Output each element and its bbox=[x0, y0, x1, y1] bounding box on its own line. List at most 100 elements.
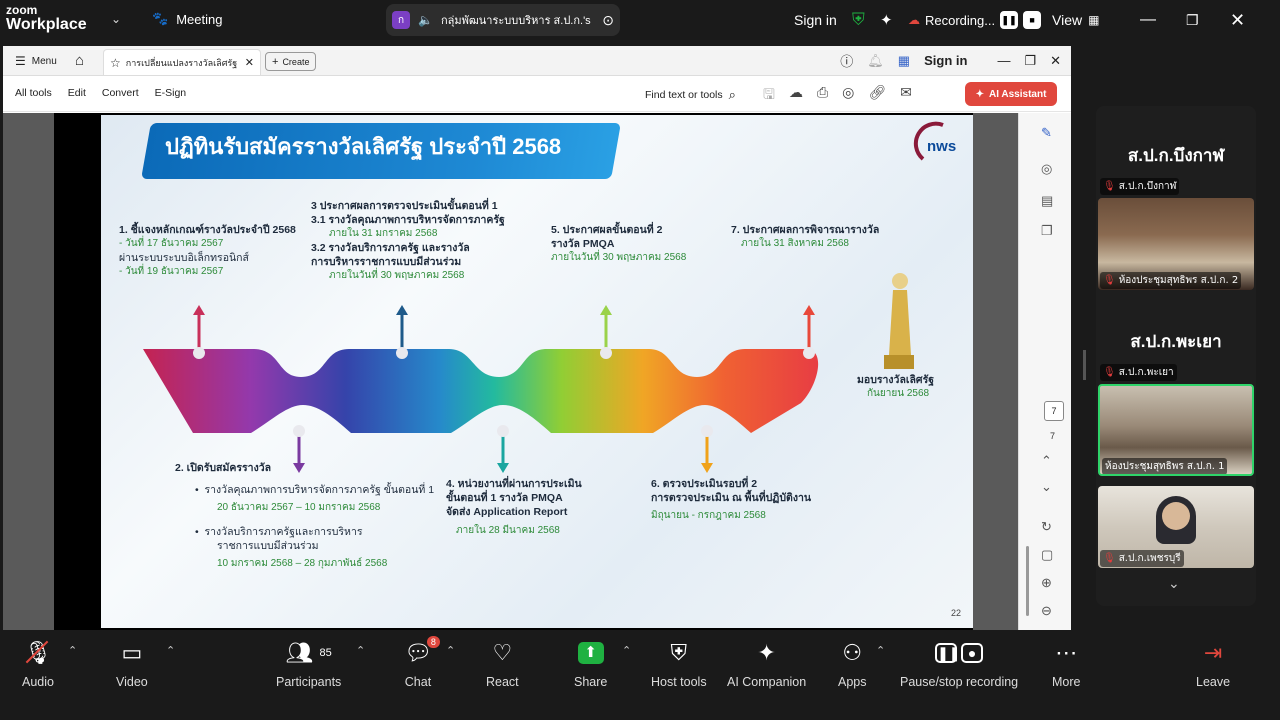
pause-recording-icon[interactable]: ❚❚ bbox=[1000, 11, 1019, 29]
convert-menu[interactable]: Convert bbox=[102, 87, 139, 99]
step-5: 5. ประกาศผลขั้นตอนที่ 2 รางวัล PMQA ภายใ… bbox=[551, 224, 687, 264]
zoom-out-icon[interactable]: ⊖ bbox=[1041, 603, 1052, 619]
pause-stop-label: Pause/stop recording bbox=[900, 675, 1019, 689]
zoom-workplace-logo[interactable]: zoom Workplace bbox=[6, 4, 87, 33]
total-pages: 7 bbox=[1050, 431, 1056, 441]
brand-zoom: zoom bbox=[6, 3, 38, 17]
video-gallery: ส.ป.ก.บึงกาฬ 🎙︎ ส.ป.ก.บึงกาฬ 🎙︎ ห้องประช… bbox=[1096, 106, 1256, 606]
page-down-icon[interactable]: ⌄ bbox=[1041, 479, 1052, 495]
chat-options-caret[interactable]: ⌃ bbox=[446, 644, 455, 657]
bookmark-icon[interactable]: ▤ bbox=[1041, 193, 1053, 209]
stop-recording-icon[interactable]: ■ bbox=[1023, 11, 1042, 29]
chevron-down-icon[interactable]: ⌄ bbox=[111, 12, 121, 26]
zoom-in-icon[interactable]: ⊕ bbox=[1041, 575, 1052, 591]
participant-4-video-active-speaker[interactable]: ห้องประชุมสุทธิพร ส.ป.ก. 1 bbox=[1098, 384, 1254, 476]
slide-page-number: 22 bbox=[950, 608, 961, 618]
restore-button[interactable]: ❐ bbox=[1186, 0, 1199, 40]
participant-2-video[interactable]: 🎙︎ ห้องประชุมสุทธิพร ส.ป.ก. 2 bbox=[1098, 198, 1254, 290]
apps-button[interactable]: ⚇ Apps bbox=[838, 638, 867, 689]
participants-button[interactable]: 👥︎ 85 Participants bbox=[276, 638, 341, 689]
apps-icon: ⚇ bbox=[842, 640, 863, 665]
document-tab[interactable]: ☆ การเปลี่ยนแปลงรางวัลเลิศรัฐ 2... ✕ bbox=[103, 49, 261, 75]
close-tab-icon[interactable]: ✕ bbox=[245, 56, 254, 69]
link-icon[interactable]: 🔗︎ bbox=[868, 84, 886, 108]
gallery-scroll-down-icon[interactable]: ⌄ bbox=[1168, 576, 1180, 592]
mic-off-icon: 🎙︎ bbox=[1103, 367, 1116, 378]
bell-icon[interactable]: 🔔︎ bbox=[867, 53, 884, 69]
mic-off-icon: 🎙︎ bbox=[1103, 553, 1116, 564]
minimize-button[interactable]: — bbox=[1140, 0, 1156, 40]
participants-options-caret[interactable]: ⌃ bbox=[356, 644, 365, 657]
audio-button[interactable]: 🎙︎ Audio bbox=[22, 638, 54, 689]
menu-button[interactable]: ☰ Menu bbox=[15, 54, 57, 68]
video-button[interactable]: ▭ Video bbox=[116, 638, 148, 689]
pdf-tab-bar: ☰ Menu ⌂ ☆ การเปลี่ยนแปลงรางวัลเลิศรัฐ 2… bbox=[3, 46, 1071, 76]
help-icon[interactable]: ⓘ bbox=[840, 51, 853, 70]
page-up-icon[interactable]: ⌃ bbox=[1041, 453, 1052, 469]
apps-grid-icon[interactable]: ▦ bbox=[898, 53, 910, 69]
audio-options-caret[interactable]: ⌃ bbox=[68, 644, 77, 657]
comment-icon[interactable]: ◎ bbox=[842, 84, 854, 108]
participant-1-name: ส.ป.ก.บึงกาฬ bbox=[1127, 146, 1225, 165]
participant-4-label: ห้องประชุมสุทธิพร ส.ป.ก. 1 bbox=[1102, 458, 1228, 474]
pdf-close-button[interactable]: ✕ bbox=[1050, 53, 1061, 69]
more-options-icon[interactable]: ⊙ bbox=[602, 12, 614, 29]
panel-resize-handle[interactable] bbox=[1083, 350, 1086, 380]
view-menu[interactable]: View ▦ bbox=[1052, 0, 1099, 40]
leave-button[interactable]: ⇥ Leave bbox=[1196, 638, 1230, 689]
pdf-scrollbar[interactable] bbox=[1026, 546, 1029, 616]
share-options-caret[interactable]: ⌃ bbox=[622, 644, 631, 657]
ai-companion-button[interactable]: ✦ AI Companion bbox=[727, 638, 806, 689]
chat-button[interactable]: 💬︎ 8 Chat bbox=[404, 636, 440, 689]
create-button[interactable]: + Create bbox=[265, 52, 317, 71]
video-options-caret[interactable]: ⌃ bbox=[166, 644, 175, 657]
grid-view-icon: ▦ bbox=[1088, 13, 1100, 27]
upload-cloud-icon[interactable]: ☁ bbox=[789, 84, 803, 108]
edit-menu[interactable]: Edit bbox=[68, 87, 86, 99]
all-tools-menu[interactable]: All tools bbox=[15, 87, 52, 99]
shared-pdf-window: ☰ Menu ⌂ ☆ การเปลี่ยนแปลงรางวัลเลิศรัฐ 2… bbox=[3, 46, 1071, 630]
close-window-button[interactable]: ✕ bbox=[1230, 0, 1245, 40]
fit-page-icon[interactable]: ▢ bbox=[1041, 547, 1053, 563]
host-tools-button[interactable]: ⛨ Host tools bbox=[651, 638, 707, 689]
ai-assistant-button[interactable]: ✦ AI Assistant bbox=[965, 82, 1057, 106]
save-icon[interactable]: 🖫 bbox=[763, 84, 775, 108]
comment-panel-icon[interactable]: ◎ bbox=[1041, 161, 1052, 177]
home-icon[interactable]: ⌂ bbox=[75, 52, 84, 69]
up-arrows bbox=[193, 305, 815, 351]
recording-indicator[interactable]: ☁ Recording... ❚❚ ■ bbox=[908, 0, 1042, 40]
share-screen-icon: ⬆ bbox=[577, 638, 604, 668]
leave-label: Leave bbox=[1196, 675, 1231, 689]
video-label: Video bbox=[116, 675, 148, 689]
current-page-box[interactable]: 7 bbox=[1044, 401, 1064, 421]
shield-check-icon[interactable]: ⛨ bbox=[852, 10, 865, 30]
pdf-minimize-button[interactable]: — bbox=[997, 53, 1010, 68]
pages-icon[interactable]: ❐ bbox=[1041, 223, 1053, 239]
pdf-document-area[interactable]: ปฏิทินรับสมัครรางวัลเลิศรัฐ ประจำปี 2568… bbox=[3, 113, 1018, 630]
slide-page: ปฏิทินรับสมัครรางวัลเลิศรัฐ ประจำปี 2568… bbox=[54, 113, 973, 630]
star-icon[interactable]: ☆ bbox=[110, 56, 121, 70]
pdf-restore-button[interactable]: ❐ bbox=[1024, 53, 1036, 69]
ai-summary-icon[interactable]: ✎ bbox=[1041, 125, 1052, 141]
refresh-icon[interactable]: ↻ bbox=[1041, 519, 1052, 535]
meeting-menu[interactable]: 🐾 Meeting bbox=[152, 11, 222, 27]
pause-stop-recording-button[interactable]: ❚❚ ● Pause/stop recording bbox=[900, 638, 1018, 689]
step-6: 6. ตรวจประเมินรอบที่ 2 การตรวจประเมิน ณ … bbox=[651, 478, 812, 522]
react-button[interactable]: ♡ React bbox=[486, 638, 519, 689]
participant-5-video[interactable]: 🎙︎ ส.ป.ก.เพชรบุรี bbox=[1098, 486, 1254, 568]
pdf-sign-in[interactable]: Sign in bbox=[924, 53, 967, 68]
mail-icon[interactable]: ✉ bbox=[900, 84, 912, 108]
screen-share-indicator[interactable]: ก 🔈 กลุ่มพัฒนาระบบบริหาร ส.ป.ก.'s : ⊙ bbox=[386, 4, 620, 36]
apps-options-caret[interactable]: ⌃ bbox=[876, 644, 885, 657]
more-button[interactable]: ⋯ More bbox=[1052, 638, 1080, 689]
print-icon[interactable]: ⎙ bbox=[817, 84, 828, 108]
chat-icon: 💬︎ 8 bbox=[404, 636, 440, 668]
wave-band bbox=[143, 349, 819, 433]
person-face bbox=[1162, 502, 1190, 530]
sign-in-link[interactable]: Sign in bbox=[794, 0, 837, 40]
find-text-button[interactable]: Find text or tools ⌕ bbox=[645, 87, 736, 103]
recording-label: Recording... bbox=[925, 12, 996, 28]
share-button[interactable]: ⬆ Share bbox=[574, 638, 607, 689]
sparkle-icon[interactable]: ✦ bbox=[880, 11, 893, 29]
esign-menu[interactable]: E-Sign bbox=[155, 87, 187, 99]
